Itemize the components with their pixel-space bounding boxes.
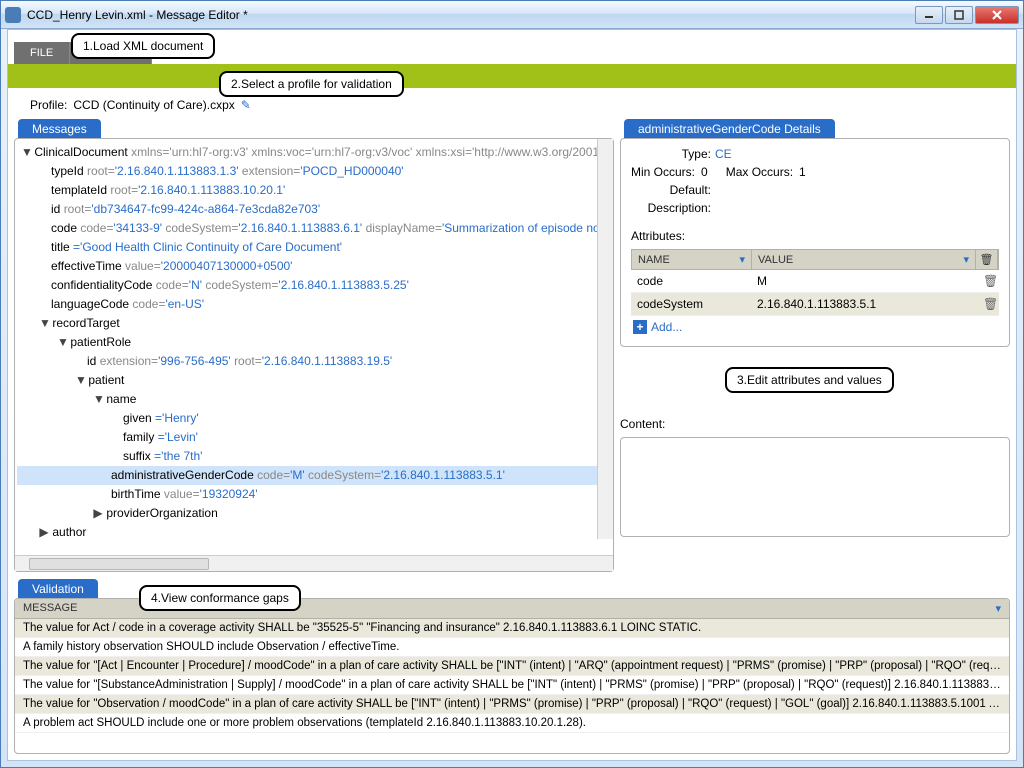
profile-label: Profile: — [30, 98, 67, 112]
validation-tab[interactable]: Validation — [18, 579, 98, 599]
app-icon — [5, 7, 21, 23]
validation-row[interactable]: A problem act SHOULD include one or more… — [15, 714, 1009, 733]
validation-row[interactable]: A family history observation SHOULD incl… — [15, 638, 1009, 657]
profile-row: Profile: CCD (Continuity of Care).cxpx ✎ — [8, 88, 1016, 118]
max-occurs-label: Max Occurs: — [726, 165, 793, 179]
attr-row[interactable]: codeSystem 2.16.840.1.113883.5.1 🗑 — [631, 293, 999, 316]
content-label: Content: — [620, 417, 1010, 431]
callout-2: 2.Select a profile for validation — [219, 71, 404, 97]
default-label: Default: — [631, 183, 711, 197]
default-value — [715, 183, 999, 197]
description-value — [715, 201, 999, 215]
attr-name-header[interactable]: NAME▾ — [632, 250, 752, 269]
details-tab[interactable]: administrativeGenderCode Details — [624, 119, 835, 139]
type-label: Type: — [631, 147, 711, 161]
vertical-scrollbar[interactable] — [597, 139, 613, 539]
delete-all-icon[interactable]: 🗑 — [976, 250, 998, 269]
callout-3: 3.Edit attributes and values — [725, 367, 894, 393]
accent-bar — [8, 64, 1016, 88]
type-value: CE — [715, 147, 999, 161]
horizontal-scrollbar[interactable] — [15, 555, 613, 571]
content-textarea[interactable] — [620, 437, 1010, 537]
description-label: Description: — [631, 201, 711, 215]
delete-row-icon[interactable]: 🗑 — [977, 272, 999, 290]
delete-row-icon[interactable]: 🗑 — [977, 295, 999, 313]
validation-row[interactable]: The value for "[SubstanceAdministration … — [15, 676, 1009, 695]
min-occurs-label: Min Occurs: — [631, 165, 695, 179]
profile-value: CCD (Continuity of Care).cxpx — [73, 98, 234, 112]
validation-row[interactable]: The value for "[Act | Encounter | Proced… — [15, 657, 1009, 676]
filter-icon[interactable]: ▾ — [995, 602, 1001, 615]
messages-tab[interactable]: Messages — [18, 119, 101, 139]
file-menu[interactable]: FILE — [14, 42, 70, 64]
max-occurs-value: 1 — [799, 165, 806, 179]
minimize-button[interactable] — [915, 6, 943, 24]
attr-row[interactable]: code M 🗑 — [631, 270, 999, 293]
attr-value-header[interactable]: VALUE▾ — [752, 250, 976, 269]
selected-node: administrativeGenderCode code='M' codeSy… — [17, 466, 611, 485]
add-attribute-button[interactable]: + Add... — [631, 316, 999, 338]
close-button[interactable] — [975, 6, 1019, 24]
attributes-label: Attributes: — [631, 229, 999, 243]
edit-profile-icon[interactable]: ✎ — [241, 98, 251, 112]
callout-4: 4.View conformance gaps — [139, 585, 301, 611]
titlebar[interactable]: CCD_Henry Levin.xml - Message Editor * — [1, 1, 1023, 29]
callout-1: 1.Load XML document — [71, 33, 215, 59]
min-occurs-value: 0 — [701, 165, 708, 179]
window-title: CCD_Henry Levin.xml - Message Editor * — [27, 8, 915, 22]
validation-row[interactable]: The value for Act / code in a coverage a… — [15, 619, 1009, 638]
validation-row[interactable]: The value for "Observation / moodCode" i… — [15, 695, 1009, 714]
xml-tree[interactable]: ▼ ClinicalDocument xmlns='urn:hl7-org:v3… — [15, 139, 613, 555]
maximize-button[interactable] — [945, 6, 973, 24]
plus-icon: + — [633, 320, 647, 334]
